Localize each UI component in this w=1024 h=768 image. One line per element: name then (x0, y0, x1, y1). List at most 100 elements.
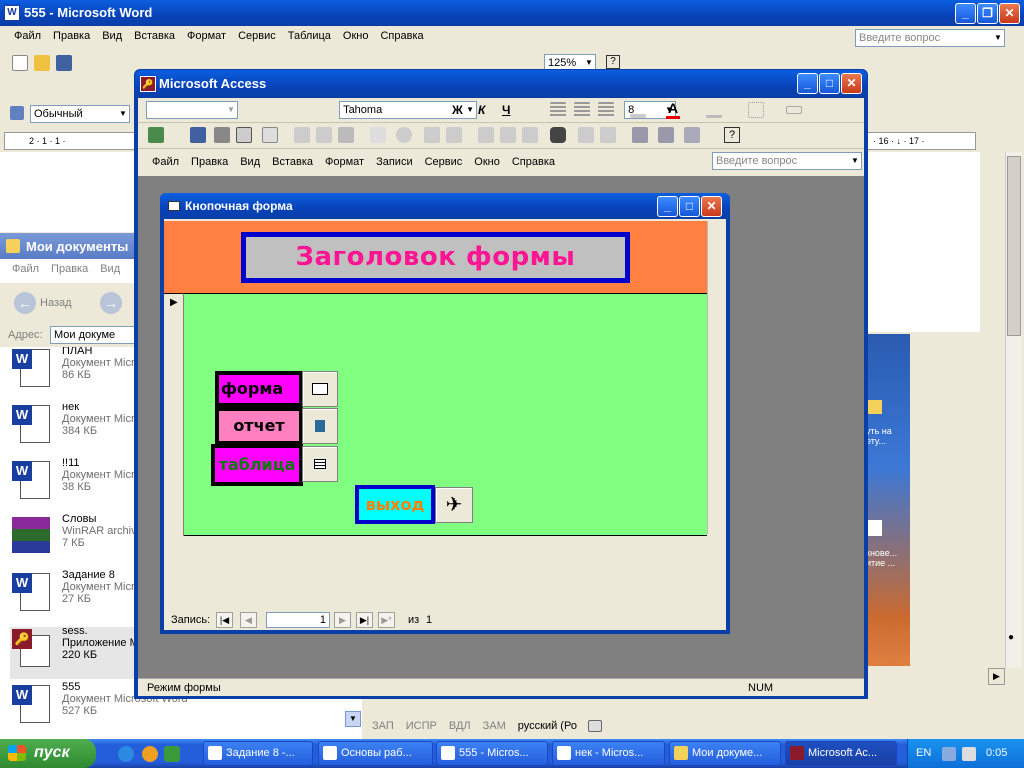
new-record-icon[interactable] (578, 127, 594, 143)
tablica-button[interactable]: таблица (211, 444, 303, 486)
taskbar-item-nek[interactable]: нек - Micros... (552, 741, 665, 766)
taskbar-item-access[interactable]: Microsoft Ac... (785, 741, 897, 766)
database-window-icon[interactable] (658, 127, 674, 143)
access-menu-file[interactable]: Файл (146, 155, 185, 169)
quicklaunch-other-icon[interactable] (164, 746, 180, 762)
special-effect-icon[interactable] (786, 106, 802, 114)
underline-button[interactable]: Ч (502, 103, 510, 117)
word-menu-insert[interactable]: Вставка (128, 30, 181, 42)
first-record-button[interactable]: |◀ (216, 612, 233, 628)
taskbar-item-555[interactable]: 555 - Micros... (436, 741, 548, 766)
prev-page-icon[interactable]: ● (1008, 632, 1014, 643)
desktop-folder-icon[interactable] (868, 400, 882, 414)
status-ovr[interactable]: ЗАМ (477, 718, 512, 734)
object-select[interactable]: ▼ (146, 101, 238, 119)
explorer-menu-edit[interactable]: Правка (45, 263, 94, 275)
properties-icon[interactable] (632, 127, 648, 143)
desktop-doc-icon[interactable] (868, 520, 882, 536)
form-close-button[interactable]: ✕ (701, 196, 722, 217)
explorer-menu-view[interactable]: Вид (94, 263, 126, 275)
list-item[interactable]: W ПЛАН Документ Micr 86 КБ (10, 347, 135, 399)
explorer-menu-file[interactable]: Файл (6, 263, 45, 275)
delete-record-icon[interactable] (600, 127, 616, 143)
list-item-selected[interactable]: 🔑 sess. Приложение M 220 КБ (10, 625, 139, 679)
word-menu-file[interactable]: Файл (8, 30, 47, 42)
word-close-button[interactable]: ✕ (999, 3, 1020, 24)
form-minimize-button[interactable]: _ (657, 196, 678, 217)
word-menu-edit[interactable]: Правка (47, 30, 96, 42)
next-record-button[interactable]: ▶ (334, 612, 351, 628)
access-menu-insert[interactable]: Вставка (266, 155, 319, 169)
network-tray-icon[interactable] (942, 747, 956, 761)
record-number-input[interactable]: 1 (266, 612, 330, 628)
align-right-icon[interactable] (598, 102, 614, 118)
new-doc-icon[interactable] (12, 55, 28, 71)
otchet-open-button[interactable] (302, 408, 338, 444)
cut-icon[interactable] (294, 127, 310, 143)
tablica-open-button[interactable] (302, 446, 338, 482)
access-menu-edit[interactable]: Правка (185, 155, 234, 169)
print-preview-icon[interactable] (236, 127, 252, 143)
form-maximize-button[interactable]: □ (679, 196, 700, 217)
access-close-button[interactable]: ✕ (841, 73, 862, 94)
find-icon[interactable] (550, 127, 566, 143)
vyhod-exit-button[interactable]: ✈ (435, 487, 473, 523)
paste-icon[interactable] (338, 127, 354, 143)
access-menu-service[interactable]: Сервис (419, 155, 469, 169)
hyperlink-icon[interactable] (396, 127, 412, 143)
spelling-icon[interactable] (262, 127, 278, 143)
access-maximize-button[interactable]: □ (819, 73, 840, 94)
taskbar-item-mydocs[interactable]: Мои докуме... (669, 741, 781, 766)
status-ext[interactable]: ВДЛ (443, 718, 477, 734)
form-titlebar[interactable]: Кнопочная форма _ □ ✕ (160, 193, 730, 219)
word-restore-button[interactable]: ❐ (977, 3, 998, 24)
list-item[interactable]: Словы WinRAR archiv 7 КБ (10, 513, 137, 567)
word-menu-window[interactable]: Окно (337, 30, 375, 42)
list-item[interactable]: W нек Документ Micr 384 КБ (10, 401, 135, 455)
design-view-icon[interactable] (148, 127, 164, 143)
word-vscroll-thumb[interactable] (1007, 156, 1021, 336)
word-help-icon[interactable]: ? (606, 55, 620, 69)
filter-form-icon[interactable] (500, 127, 516, 143)
back-label[interactable]: Назад (40, 297, 72, 309)
save-icon[interactable] (190, 127, 206, 143)
record-selector[interactable]: ▶ (164, 293, 184, 536)
line-color-icon[interactable] (706, 102, 722, 118)
access-menu-records[interactable]: Записи (370, 155, 419, 169)
taskbar-item-osnovy[interactable]: Основы раб... (318, 741, 433, 766)
word-menu-service[interactable]: Сервис (232, 30, 282, 42)
status-track[interactable]: ИСПР (400, 718, 443, 734)
new-object-icon[interactable] (684, 127, 700, 143)
start-button[interactable]: пуск (0, 739, 96, 768)
italic-button[interactable]: К (478, 103, 485, 117)
back-arrow-icon[interactable]: ← (14, 292, 36, 314)
bold-button[interactable]: Ж (452, 103, 463, 117)
save-icon[interactable] (56, 55, 72, 71)
word-ask-input[interactable]: Введите вопрос ▼ (855, 29, 1005, 47)
word-menu-view[interactable]: Вид (96, 30, 128, 42)
forward-arrow-icon[interactable]: → (100, 292, 122, 314)
quicklaunch-media-icon[interactable] (142, 746, 158, 762)
line-width-icon[interactable] (748, 102, 764, 118)
word-minimize-button[interactable]: _ (955, 3, 976, 24)
new-record-nav-button[interactable]: ▶* (378, 612, 395, 628)
explorer-scroll-down[interactable]: ▼ (345, 711, 361, 727)
address-input[interactable]: Мои докуме (50, 326, 136, 344)
access-minimize-button[interactable]: _ (797, 73, 818, 94)
forma-button[interactable]: форма (215, 371, 303, 407)
sort-desc-icon[interactable] (446, 127, 462, 143)
font-color-icon[interactable]: A (666, 100, 680, 119)
quicklaunch-ie-icon[interactable] (118, 746, 134, 762)
word-menu-table[interactable]: Таблица (282, 30, 337, 42)
word-vscrollbar[interactable]: ● (1005, 152, 1022, 668)
sort-asc-icon[interactable] (424, 127, 440, 143)
access-menu-format[interactable]: Формат (319, 155, 370, 169)
word-menu-help[interactable]: Справка (374, 30, 429, 42)
list-item[interactable]: W !!11 Документ Micr 38 КБ (10, 457, 135, 511)
access-menu-window[interactable]: Окно (468, 155, 506, 169)
align-left-icon[interactable] (550, 102, 566, 118)
access-titlebar[interactable]: 🔑 Microsoft Access _ □ ✕ (135, 70, 867, 98)
styles-icon[interactable] (10, 106, 24, 120)
prev-record-button[interactable]: ◀ (240, 612, 257, 628)
otchet-button[interactable]: отчет (215, 407, 303, 445)
